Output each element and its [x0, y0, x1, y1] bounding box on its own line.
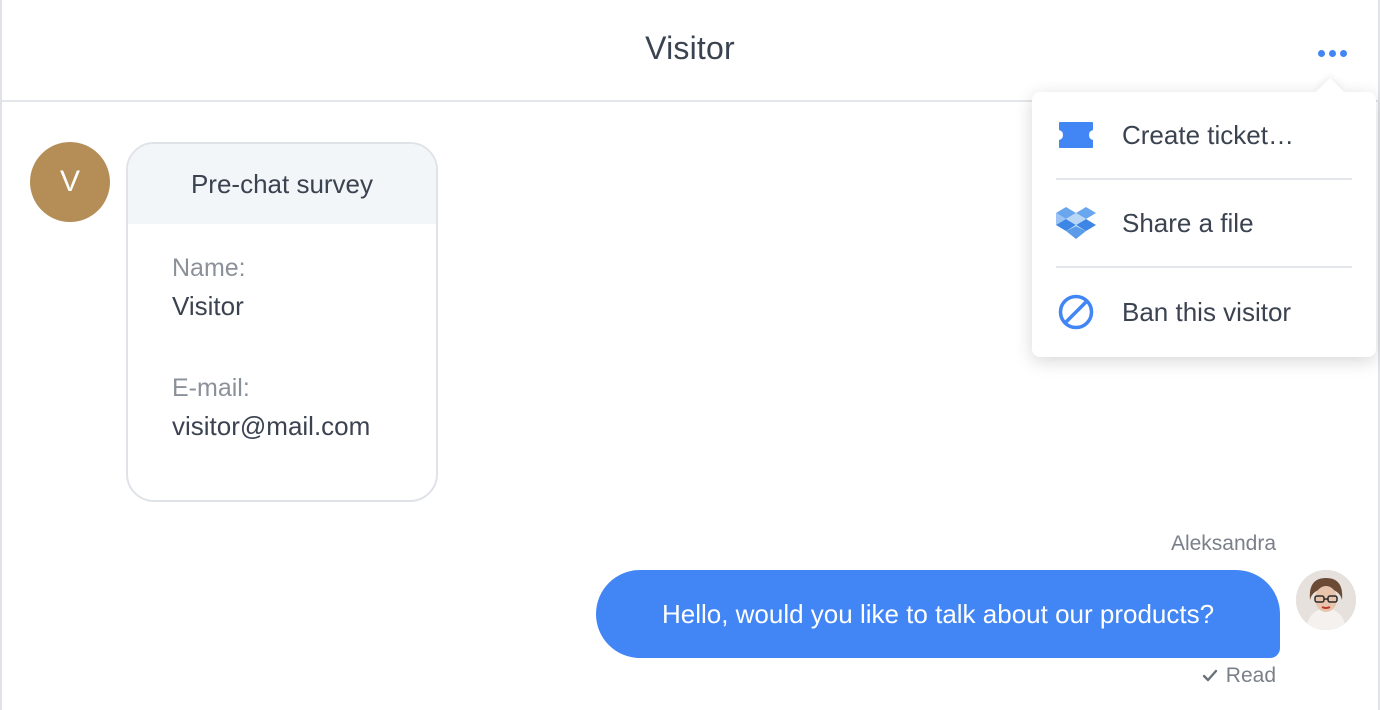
more-options-button[interactable]	[1310, 40, 1354, 66]
agent-photo	[1296, 570, 1356, 630]
read-status: Read	[1202, 664, 1276, 688]
name-value: Visitor	[172, 291, 244, 321]
check-icon	[1202, 669, 1217, 682]
read-status-label: Read	[1225, 664, 1276, 687]
menu-item-label: Create ticket…	[1122, 119, 1294, 150]
survey-fields: Name: Visitor E-mail: visitor@mail.com	[128, 224, 436, 446]
name-label: Name:	[172, 254, 246, 282]
menu-item-ban-visitor[interactable]: Ban this visitor	[1056, 268, 1352, 356]
pre-chat-survey-card: Pre-chat survey Name: Visitor E-mail: vi…	[126, 142, 438, 502]
survey-title: Pre-chat survey	[128, 144, 436, 224]
chat-title: Visitor	[645, 30, 735, 66]
menu-item-share-file[interactable]: Share a file	[1056, 180, 1352, 268]
more-horizontal-icon-dot	[1328, 49, 1336, 57]
agent-message-text: Hello, would you like to talk about our …	[661, 598, 1215, 629]
ban-icon	[1056, 292, 1096, 332]
more-horizontal-icon-dot	[1339, 49, 1347, 57]
options-menu: Create ticket… Share a file Ban this vis…	[1032, 92, 1376, 357]
agent-avatar	[1296, 570, 1356, 630]
email-value: visitor@mail.com	[172, 411, 371, 441]
agent-message-bubble: Hello, would you like to talk about our …	[596, 570, 1280, 658]
agent-name: Aleksandra	[1170, 532, 1276, 555]
visitor-avatar: V	[30, 142, 110, 222]
ticket-icon	[1056, 115, 1096, 155]
email-label: E-mail:	[172, 374, 250, 402]
chat-header: Visitor	[2, 0, 1378, 102]
menu-item-label: Share a file	[1122, 207, 1254, 238]
menu-item-create-ticket[interactable]: Create ticket…	[1056, 92, 1352, 180]
dropbox-icon	[1056, 203, 1096, 243]
more-horizontal-icon	[1317, 49, 1325, 57]
menu-item-label: Ban this visitor	[1122, 296, 1292, 327]
